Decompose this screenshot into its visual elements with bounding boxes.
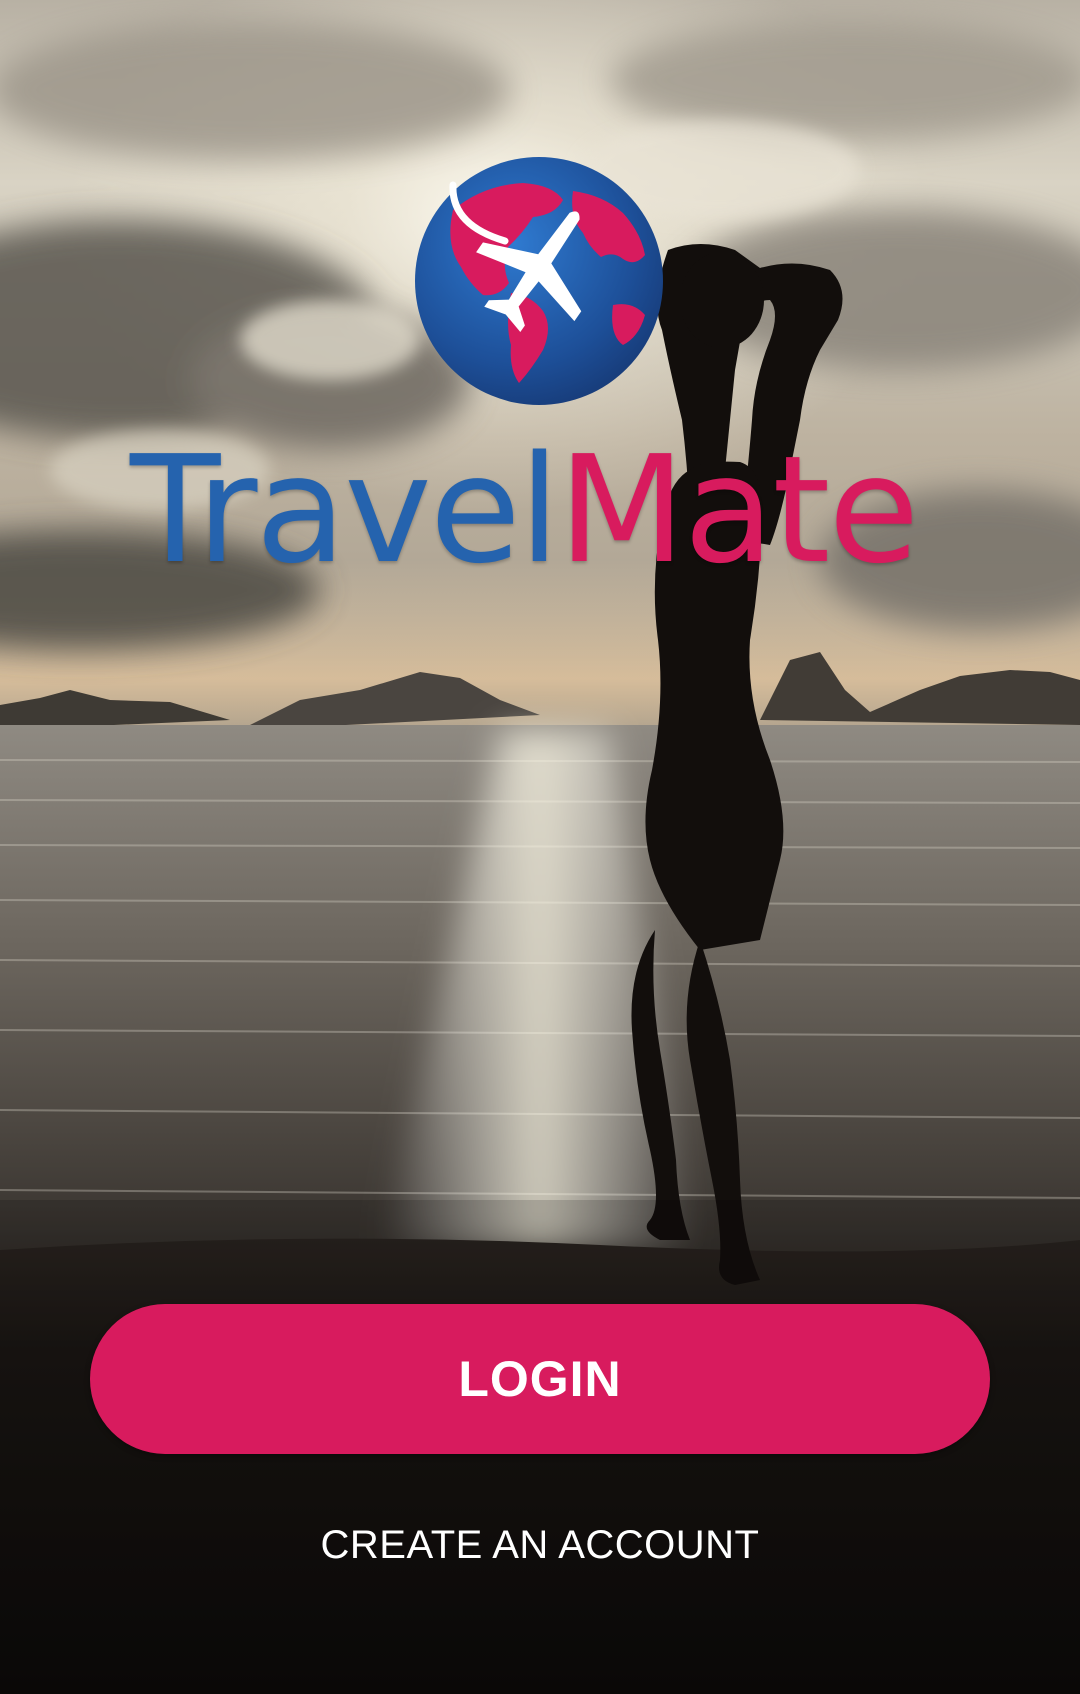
- globe-with-airplane-icon: [415, 157, 663, 405]
- travelmate-logo: TravelMate: [0, 0, 1080, 600]
- login-button[interactable]: LOGIN: [90, 1304, 990, 1454]
- welcome-screen: TravelMate LOGIN CREATE AN ACCOUNT: [0, 0, 1080, 1694]
- create-account-link[interactable]: CREATE AN ACCOUNT: [240, 1515, 840, 1575]
- brand-wordmark: TravelMate: [130, 425, 960, 595]
- brand-name-mate: Mate: [557, 424, 919, 596]
- brand-name-travel: Travel: [130, 424, 560, 596]
